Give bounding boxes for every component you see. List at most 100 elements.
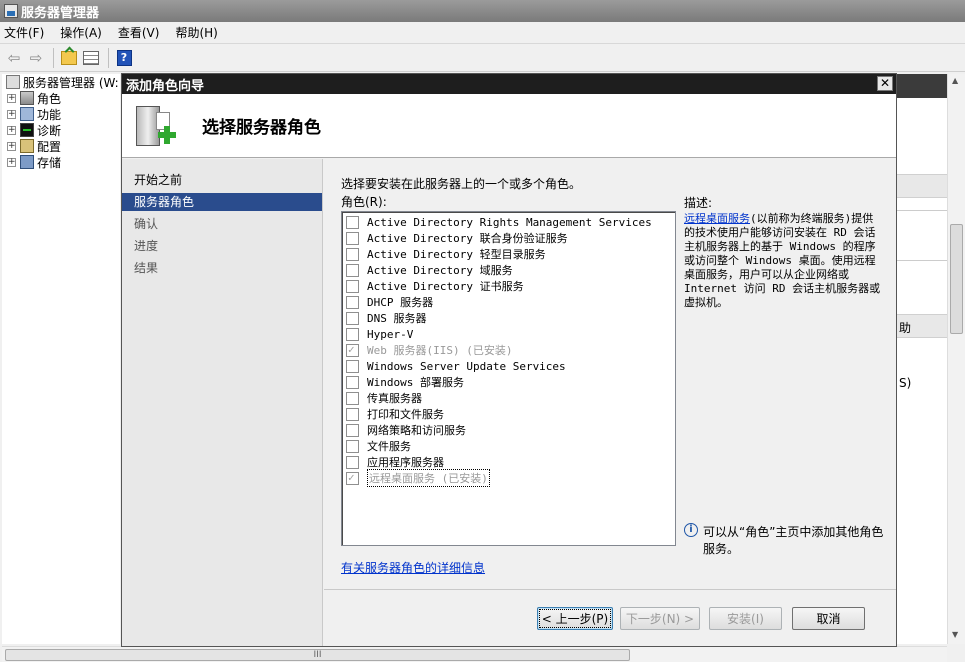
up-folder-button[interactable] [59,48,79,68]
features-icon [20,107,34,121]
expand-icon[interactable]: + [7,141,16,151]
role-item[interactable]: DHCP 服务器 [342,294,675,310]
tree-item-configuration[interactable]: + 配置 [2,138,120,154]
role-checkbox[interactable] [346,231,359,245]
toolbar-separator [108,47,109,68]
divider [895,210,947,211]
role-item[interactable]: Hyper-V [342,326,675,342]
scroll-down-icon[interactable]: ▼ [952,630,958,639]
server-manager-icon [6,75,20,89]
role-item[interactable]: 传真服务器 [342,390,675,406]
nav-step-server-roles[interactable]: 服务器角色 [122,193,322,211]
role-label: Active Directory 联合身份验证服务 [367,232,568,245]
role-item[interactable]: Active Directory Rights Management Servi… [342,214,675,230]
role-description: 远程桌面服务(以前称为终端服务)提供的技术使用户能够访问安装在 RD 会话主机服… [684,212,884,310]
forward-arrow-icon[interactable]: ⇨ [26,48,46,68]
role-item[interactable]: Windows 部署服务 [342,374,675,390]
storage-icon [20,155,34,169]
role-item[interactable]: 打印和文件服务 [342,406,675,422]
role-item[interactable]: Active Directory 联合身份验证服务 [342,230,675,246]
expand-icon[interactable]: + [7,109,16,119]
role-label: 网络策略和访问服务 [367,424,466,437]
roles-list[interactable]: Active Directory Rights Management Servi… [341,211,676,546]
tree-item-features[interactable]: + 功能 [2,106,120,122]
role-checkbox[interactable] [346,375,359,389]
instruction-text: 选择要安装在此服务器上的一个或多个角色。 [341,177,582,191]
role-checkbox[interactable] [346,311,359,325]
panel-text: 助 [899,321,912,335]
cancel-button-label: 取消 [816,612,841,626]
menu-file[interactable]: 文件(F) [4,24,44,41]
toolbar: ⇦ ⇨ ? [0,44,965,72]
scroll-up-icon[interactable]: ▲ [952,76,958,85]
nav-step-results: 结果 [134,261,159,275]
expand-icon[interactable]: + [7,125,16,135]
role-item[interactable]: Active Directory 域服务 [342,262,675,278]
role-item[interactable]: DNS 服务器 [342,310,675,326]
tree-item-storage[interactable]: + 存储 [2,154,120,170]
panel-text: S) [899,376,912,390]
role-checkbox[interactable] [346,391,359,405]
expand-icon[interactable]: + [7,93,16,103]
diagnostics-icon [20,123,34,137]
roles-icon [20,91,34,105]
horizontal-scrollbar[interactable]: III [2,646,947,662]
role-checkbox[interactable] [346,439,359,453]
next-button-label: 下一步(N) > [625,612,695,626]
panel-section-row: 助 [895,314,947,338]
role-label: Active Directory 轻型目录服务 [367,248,546,261]
cancel-button[interactable]: 取消 [792,607,865,630]
role-item[interactable]: Web 服务器(IIS) (已安装) [342,342,675,358]
menu-action[interactable]: 操作(A) [60,24,102,41]
role-checkbox[interactable] [346,407,359,421]
more-info-link[interactable]: 有关服务器角色的详细信息 [341,559,485,576]
role-item[interactable]: 远程桌面服务 (已安装) [342,469,675,487]
scroll-thumb[interactable] [950,224,963,334]
tree-item-label: 存储 [37,155,62,170]
role-checkbox[interactable] [346,247,359,261]
console-tree-icon [83,50,99,65]
role-checkbox[interactable] [346,295,359,309]
back-arrow-icon[interactable]: ⇦ [4,48,24,68]
role-item[interactable]: 应用程序服务器 [342,454,675,470]
tree-item-label: 诊断 [37,123,62,138]
role-label: Web 服务器(IIS) (已安装) [367,344,513,357]
role-item[interactable]: Windows Server Update Services [342,358,675,374]
role-checkbox[interactable] [346,215,359,229]
role-label: 远程桌面服务 (已安装) [367,469,490,487]
role-label: Windows Server Update Services [367,359,566,373]
tree-root[interactable]: 服务器管理器 (W: [2,74,120,90]
nav-step-before-you-begin[interactable]: 开始之前 [122,169,322,191]
role-item[interactable]: Active Directory 轻型目录服务 [342,246,675,262]
role-checkbox[interactable] [346,327,359,341]
role-checkbox[interactable] [346,359,359,373]
description-link[interactable]: 远程桌面服务 [684,212,750,225]
role-item[interactable]: Active Directory 证书服务 [342,278,675,294]
menu-view[interactable]: 查看(V) [118,24,160,41]
expand-icon[interactable]: + [7,157,16,167]
menu-help[interactable]: 帮助(H) [175,24,217,41]
next-button[interactable]: 下一步(N) > [620,607,700,630]
show-hide-console-tree-button[interactable] [81,48,101,68]
divider [895,260,947,261]
install-button[interactable]: 安装(I) [709,607,782,630]
role-checkbox[interactable] [346,455,359,469]
role-label: Active Directory 域服务 [367,264,513,277]
role-checkbox[interactable] [346,423,359,437]
vertical-scrollbar[interactable]: ▲ ▼ [947,74,965,644]
up-folder-icon [61,50,77,65]
back-button[interactable]: < 上一步(P) [537,607,613,630]
role-label: 传真服务器 [367,392,422,405]
dialog-body: 选择要安装在此服务器上的一个或多个角色。 角色(R): Active Direc… [324,159,896,589]
role-item[interactable]: 文件服务 [342,438,675,454]
scroll-thumb[interactable]: III [5,649,630,661]
dialog-titlebar: 添加角色向导 ✕ [122,74,896,94]
help-button[interactable]: ? [114,48,134,68]
tree-item-diagnostics[interactable]: + 诊断 [2,122,120,138]
close-icon[interactable]: ✕ [877,76,893,91]
role-checkbox[interactable] [346,279,359,293]
server-add-role-icon [132,102,180,150]
role-checkbox[interactable] [346,263,359,277]
tree-item-roles[interactable]: + 角色 [2,89,120,107]
role-item[interactable]: 网络策略和访问服务 [342,422,675,438]
